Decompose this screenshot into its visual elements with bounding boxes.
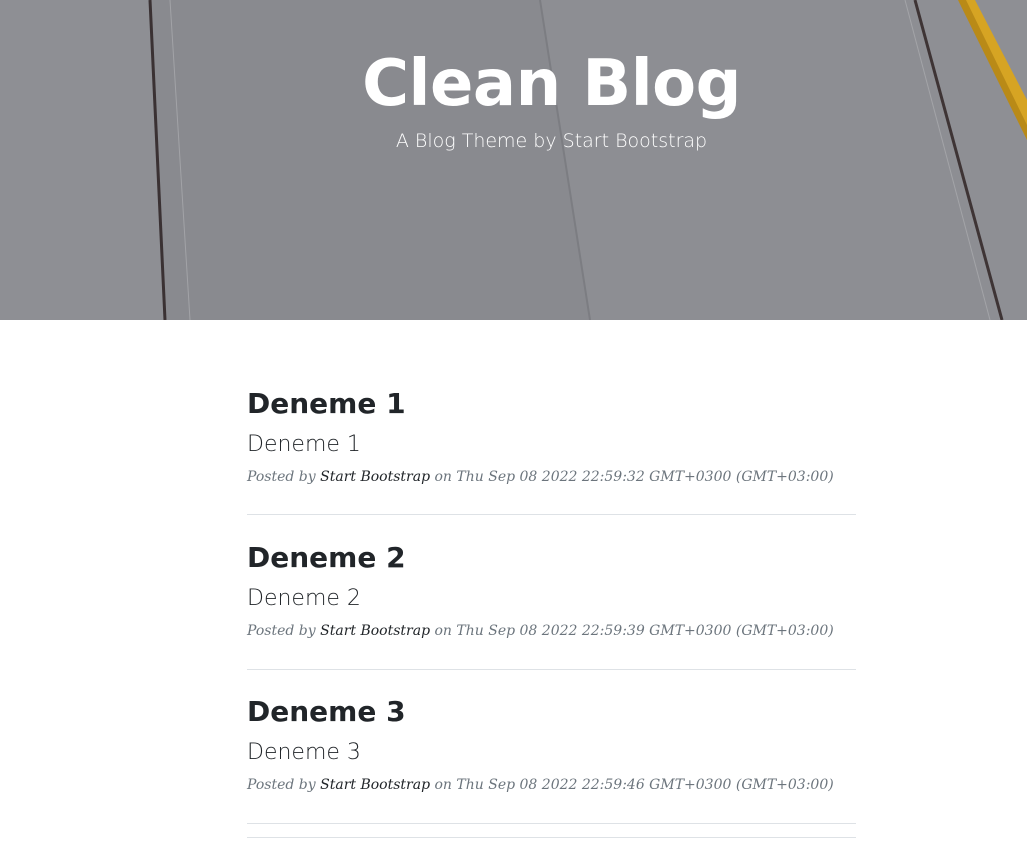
post-title[interactable]: Deneme 1	[247, 386, 406, 422]
on-label: on	[434, 777, 452, 793]
post-subtitle[interactable]: Deneme 1	[247, 431, 361, 459]
divider	[247, 837, 856, 838]
posted-by-label: Posted by	[247, 777, 316, 793]
divider	[247, 823, 856, 824]
post-subtitle[interactable]: Deneme 3	[247, 739, 361, 767]
post-title[interactable]: Deneme 2	[247, 540, 406, 576]
post-subtitle[interactable]: Deneme 2	[247, 585, 361, 613]
post-preview: Deneme 3 Deneme 3 Posted by Start Bootst…	[247, 628, 856, 838]
post-title[interactable]: Deneme 3	[247, 694, 406, 730]
author-link[interactable]: Start Bootstrap	[320, 777, 430, 793]
post-date: Thu Sep 08 2022 22:59:46 GMT+0300 (GMT+0…	[456, 777, 834, 793]
post-preview: Deneme 2 Deneme 2 Posted by Start Bootst…	[247, 474, 856, 670]
site-subtitle: A Blog Theme by Start Bootstrap	[395, 130, 708, 152]
post-preview: Deneme 1 Deneme 1 Posted by Start Bootst…	[247, 320, 856, 515]
post-meta: Posted by Start Bootstrap on Thu Sep 08 …	[247, 775, 834, 795]
masthead: Clean Blog A Blog Theme by Start Bootstr…	[0, 0, 1027, 320]
site-title: Clean Blog	[362, 47, 741, 121]
post-list: Deneme 1 Deneme 1 Posted by Start Bootst…	[247, 320, 856, 838]
site-heading: Clean Blog A Blog Theme by Start Bootstr…	[0, 40, 1027, 154]
